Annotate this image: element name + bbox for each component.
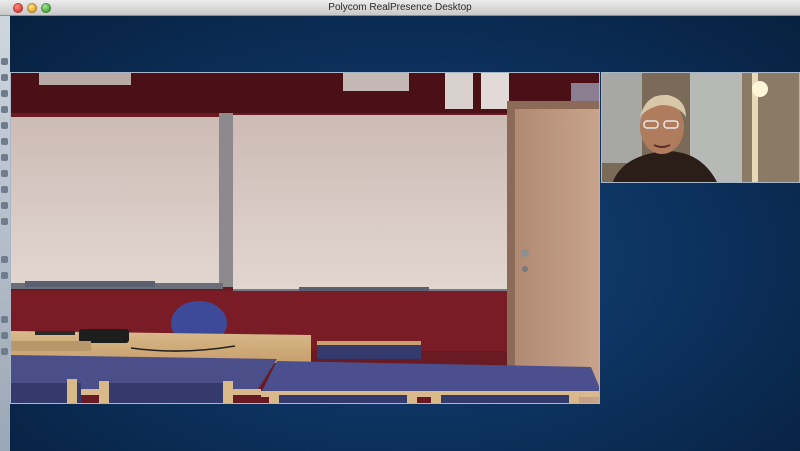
window-title: Polycom RealPresence Desktop [328, 2, 472, 13]
title-bar[interactable]: Polycom RealPresence Desktop [0, 0, 800, 16]
video-call-area [10, 16, 800, 451]
self-view-video[interactable] [601, 72, 800, 183]
app-window: Polycom RealPresence Desktop [0, 0, 800, 451]
self-view-image [602, 73, 799, 182]
conference-room-image [11, 73, 599, 403]
remote-video-feed[interactable] [10, 72, 600, 404]
